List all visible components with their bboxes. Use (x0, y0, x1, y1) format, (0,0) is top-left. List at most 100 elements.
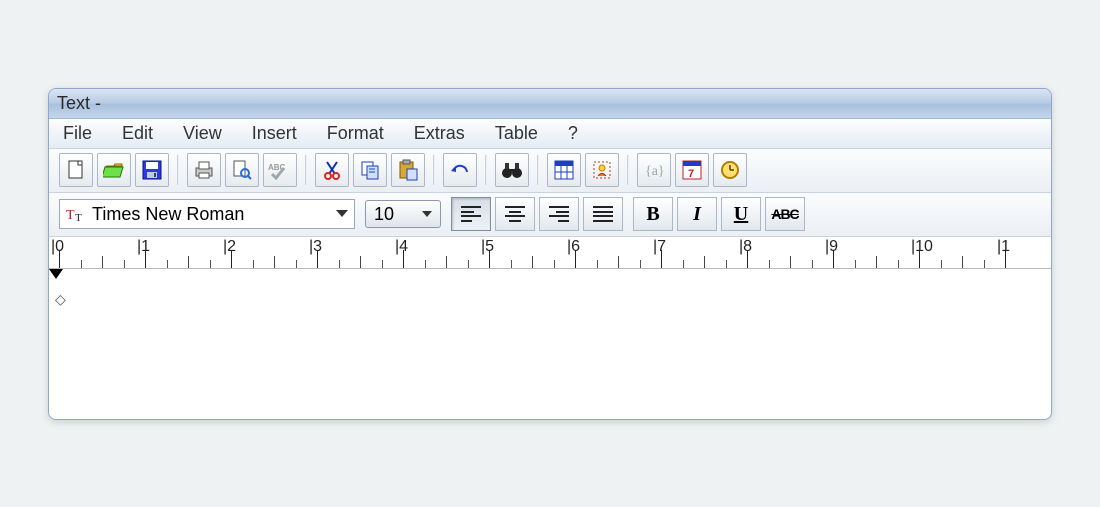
ruler-tick-minor (704, 256, 705, 268)
cursor-mark: ◇ (55, 291, 66, 308)
ruler-label: |0 (51, 238, 64, 256)
separator (305, 155, 307, 185)
ruler-tick-minor (597, 260, 598, 268)
ruler-tick-minor (683, 260, 684, 268)
menu-extras[interactable]: Extras (406, 121, 473, 146)
insert-field-button[interactable]: {a} (637, 153, 671, 187)
date-icon: 7 (682, 160, 702, 180)
ruler-tick-minor (296, 260, 297, 268)
print-button[interactable] (187, 153, 221, 187)
separator (537, 155, 539, 185)
new-button[interactable] (59, 153, 93, 187)
open-button[interactable] (97, 153, 131, 187)
titlebar: Text - (49, 89, 1051, 119)
menubar: File Edit View Insert Format Extras Tabl… (49, 119, 1051, 149)
spell-icon: ABC (268, 160, 292, 180)
italic-button[interactable]: I (677, 197, 717, 231)
chevron-down-icon (336, 210, 348, 218)
style-group: B I U ABC (633, 197, 805, 231)
font-icon: TT (66, 205, 86, 223)
spellcheck-button[interactable]: ABC (263, 153, 297, 187)
underline-button[interactable]: U (721, 197, 761, 231)
paste-icon (398, 159, 418, 181)
window-title: Text - (57, 93, 101, 114)
italic-icon: I (693, 203, 701, 226)
chevron-down-icon (422, 211, 432, 218)
paste-button[interactable] (391, 153, 425, 187)
save-button[interactable] (135, 153, 169, 187)
ruler-label: |3 (309, 238, 322, 256)
ruler-tick-minor (876, 256, 877, 268)
ruler-tick-minor (554, 260, 555, 268)
menu-edit[interactable]: Edit (114, 121, 161, 146)
field-icon: {a} (642, 161, 666, 179)
separator (485, 155, 487, 185)
underline-icon: U (734, 203, 748, 226)
preview-button[interactable] (225, 153, 259, 187)
ruler-label: |6 (567, 238, 580, 256)
cut-button[interactable] (315, 153, 349, 187)
clock-icon (720, 160, 740, 180)
document-area[interactable]: ◇ (49, 269, 1051, 419)
menu-table[interactable]: Table (487, 121, 546, 146)
separator (177, 155, 179, 185)
calendar-icon (554, 160, 574, 180)
open-icon (103, 161, 125, 179)
ruler-tick-minor (102, 256, 103, 268)
ruler-label: |4 (395, 238, 408, 256)
ruler-tick-minor (962, 256, 963, 268)
align-justify-icon (593, 206, 613, 222)
ruler-tick-minor (124, 260, 125, 268)
align-left-button[interactable] (451, 197, 491, 231)
ruler-tick-minor (898, 260, 899, 268)
align-right-icon (549, 206, 569, 222)
menu-help[interactable]: ? (560, 121, 586, 146)
ruler-tick-minor (382, 260, 383, 268)
undo-button[interactable] (443, 153, 477, 187)
ruler-tick-minor (339, 260, 340, 268)
ruler-tick-minor (188, 256, 189, 268)
insert-date-button[interactable]: 7 (675, 153, 709, 187)
font-name: Times New Roman (92, 204, 244, 225)
align-justify-button[interactable] (583, 197, 623, 231)
menu-format[interactable]: Format (319, 121, 392, 146)
menu-insert[interactable]: Insert (244, 121, 305, 146)
insert-time-button[interactable] (713, 153, 747, 187)
separator (433, 155, 435, 185)
ruler-label: |7 (653, 238, 666, 256)
ruler-tick-minor (425, 260, 426, 268)
svg-text:T: T (75, 212, 82, 223)
insert-object-button[interactable] (585, 153, 619, 187)
ruler-tick-minor (640, 260, 641, 268)
menu-view[interactable]: View (175, 121, 230, 146)
indent-marker-icon[interactable] (49, 269, 63, 279)
align-right-button[interactable] (539, 197, 579, 231)
print-icon (193, 160, 215, 180)
ruler-label: |8 (739, 238, 752, 256)
ruler-tick-minor (511, 260, 512, 268)
ruler-tick-minor (468, 260, 469, 268)
strike-button[interactable]: ABC (765, 197, 805, 231)
svg-text:T: T (66, 208, 75, 223)
svg-text:{a}: {a} (645, 164, 665, 179)
cut-icon (323, 160, 341, 180)
ruler-label: |10 (911, 238, 933, 256)
ruler-tick-minor (360, 256, 361, 268)
bold-button[interactable]: B (633, 197, 673, 231)
copy-button[interactable] (353, 153, 387, 187)
insert-table-button[interactable] (547, 153, 581, 187)
new-icon (67, 160, 85, 180)
align-center-button[interactable] (495, 197, 535, 231)
ruler-label: |2 (223, 238, 236, 256)
align-left-icon (461, 206, 481, 222)
ruler[interactable]: |0|1|2|3|4|5|6|7|8|9|10|1 (49, 237, 1051, 269)
ruler-label: |5 (481, 238, 494, 256)
find-button[interactable] (495, 153, 529, 187)
size-combo[interactable]: 10 (365, 200, 441, 228)
ruler-tick-minor (790, 256, 791, 268)
align-group (451, 197, 623, 231)
menu-file[interactable]: File (55, 121, 100, 146)
ruler-tick-minor (812, 260, 813, 268)
ruler-tick-minor (984, 260, 985, 268)
font-combo[interactable]: TT Times New Roman (59, 199, 355, 229)
